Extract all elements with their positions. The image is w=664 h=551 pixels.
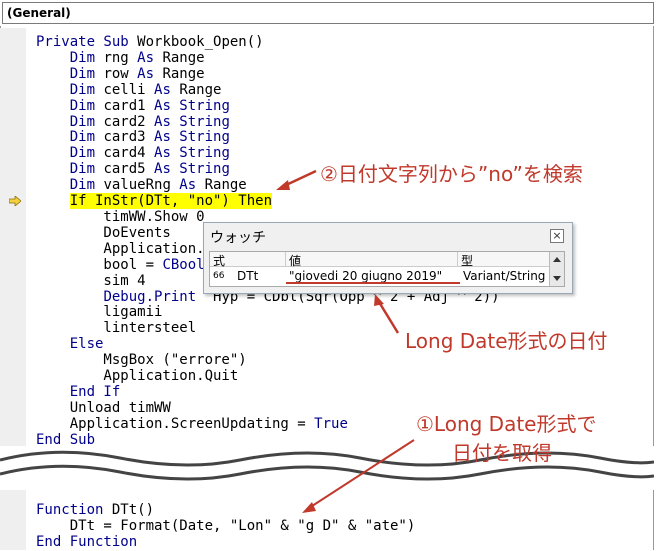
annotation-arrows — [276, 169, 460, 513]
annotation-get-date-line1: ①Long Date形式で — [416, 412, 597, 436]
annotation-get-date-line2: 日付を取得 — [452, 441, 552, 465]
annotation-long-date-value: Long Date形式の日付 — [405, 329, 608, 353]
annotation-search-no: ②日付文字列から”no”を検索 — [320, 162, 583, 186]
